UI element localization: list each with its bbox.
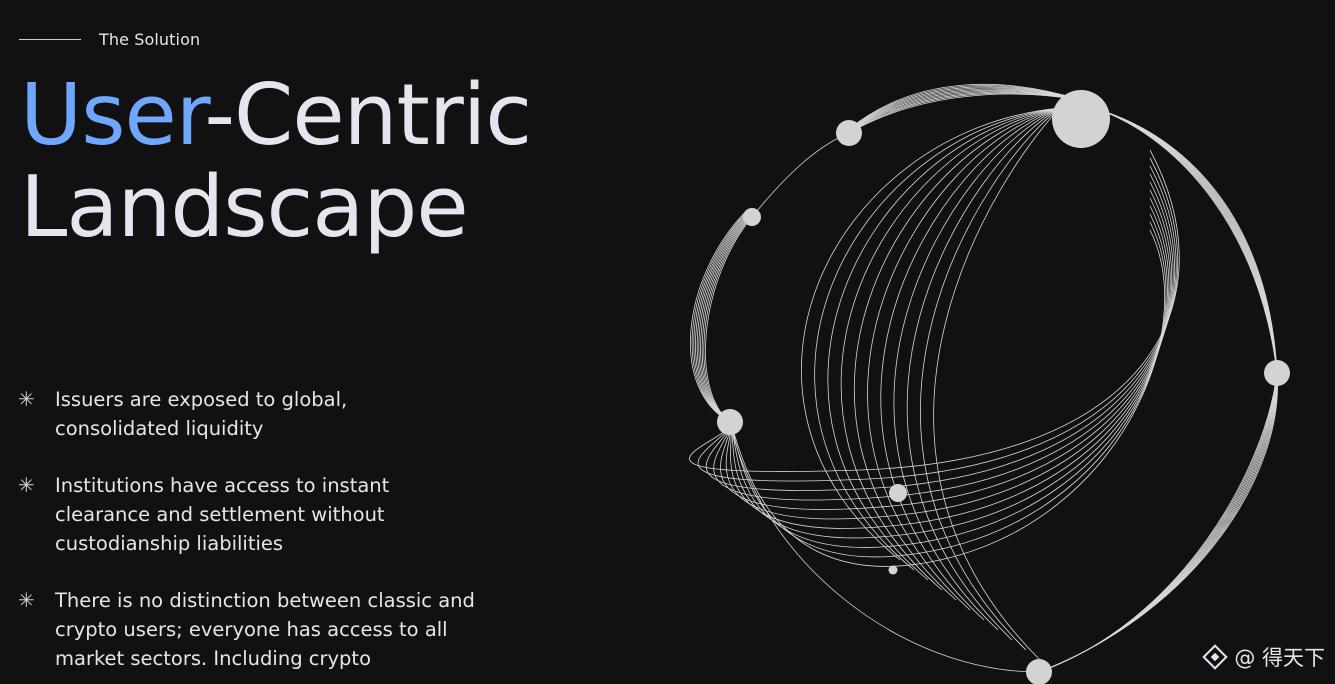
orb-arc-line <box>920 107 1061 651</box>
network-orb-illustration <box>689 83 1290 684</box>
orb-arc-line <box>1099 109 1278 374</box>
orb-arc-line <box>690 210 747 423</box>
orb-arc-line <box>729 229 1165 567</box>
diamond-logo-icon <box>1202 644 1229 670</box>
orb-arc-line <box>906 107 1061 641</box>
orb-arc-line <box>689 149 1180 472</box>
orb-arc-line <box>880 107 1061 621</box>
orb-arc-line <box>893 107 1061 631</box>
orb-node <box>717 409 743 435</box>
orb-arc-line <box>1099 109 1278 374</box>
orb-arc-line <box>1099 109 1278 374</box>
orb-arc-line <box>1038 372 1278 673</box>
orb-arc-line <box>1038 372 1278 673</box>
orb-arc-line <box>1038 372 1278 673</box>
orb-node <box>889 484 907 502</box>
orb-arc-line <box>827 107 1061 581</box>
orb-arc-line <box>1099 109 1278 374</box>
orb-arc-line <box>1038 372 1278 673</box>
orb-node <box>1264 360 1290 386</box>
orb-arc-line <box>1099 109 1278 374</box>
orb-arc-line <box>720 181 1174 510</box>
orb-arc-line <box>1038 372 1278 673</box>
orb-arc-line <box>1038 372 1278 673</box>
orb-arc-line <box>867 107 1061 611</box>
orb-arc-line <box>1099 109 1278 374</box>
solution-page: The Solution User-Centric Landscape ✳ Is… <box>0 0 1335 684</box>
orb-arc-line <box>1099 109 1278 374</box>
orb-arc-line <box>751 132 850 218</box>
orb-arc-line <box>1038 372 1278 673</box>
orb-arc-line <box>1038 372 1278 673</box>
orb-node <box>836 120 862 146</box>
orb-arc-line <box>848 83 1082 130</box>
orb-arc-line <box>1099 109 1278 374</box>
orb-node-small <box>888 565 898 575</box>
orb-arc-line <box>1099 109 1278 374</box>
orb-node <box>743 208 761 226</box>
orb-arc-line <box>705 165 1177 491</box>
orb-node-large <box>1052 90 1110 148</box>
orb-arcs <box>689 83 1278 673</box>
orb-arc-line <box>697 157 1179 482</box>
watermark-text: @ 得天下 <box>1234 646 1325 670</box>
orb-arc-line <box>1099 109 1278 374</box>
orb-arc-line <box>1038 372 1278 673</box>
orb-arc-line <box>933 107 1061 661</box>
orb-arc-line <box>1038 372 1278 673</box>
orb-node <box>1026 659 1052 684</box>
watermark: @ 得天下 <box>1202 642 1325 672</box>
